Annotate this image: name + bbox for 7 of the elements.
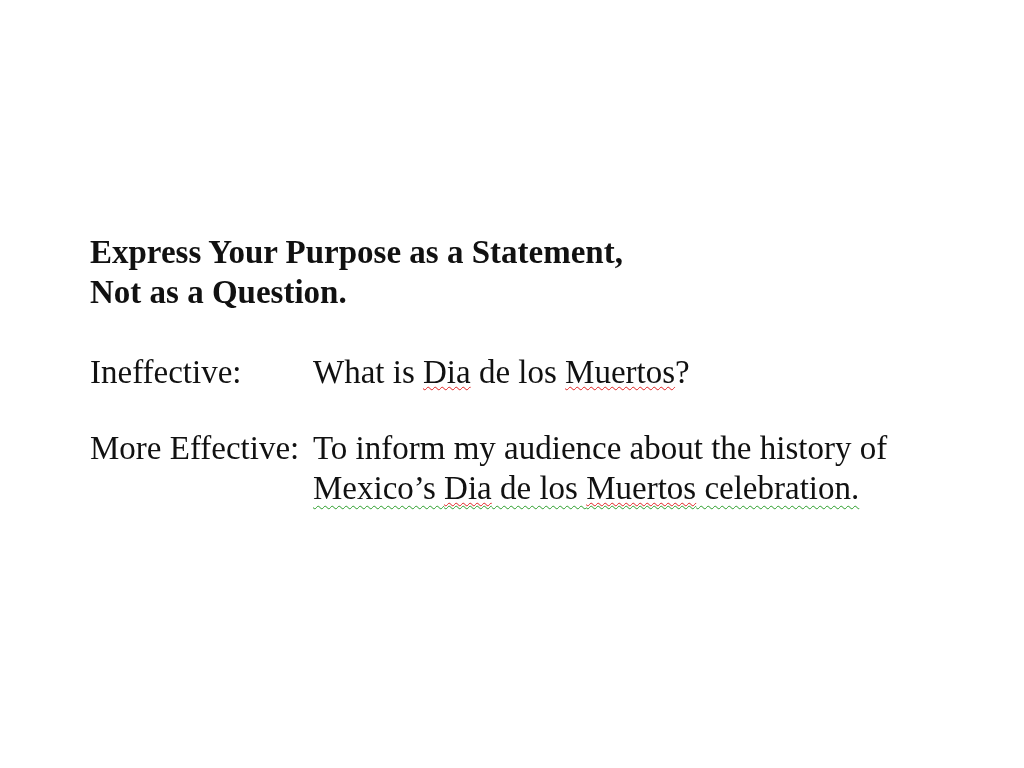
heading-text: Express Your Purpose as a Statement, — [90, 233, 624, 272]
example-text: Mexico’s Dia de los Muertos celebration. — [313, 469, 861, 508]
example-label: Ineffective: — [90, 353, 243, 392]
example-text: To inform my audience about the history of — [313, 429, 888, 468]
example-label: More Effective: — [90, 429, 301, 468]
heading-text: Not as a Question. — [90, 273, 348, 312]
example-text: What is Dia de los Muertos? — [313, 353, 690, 392]
